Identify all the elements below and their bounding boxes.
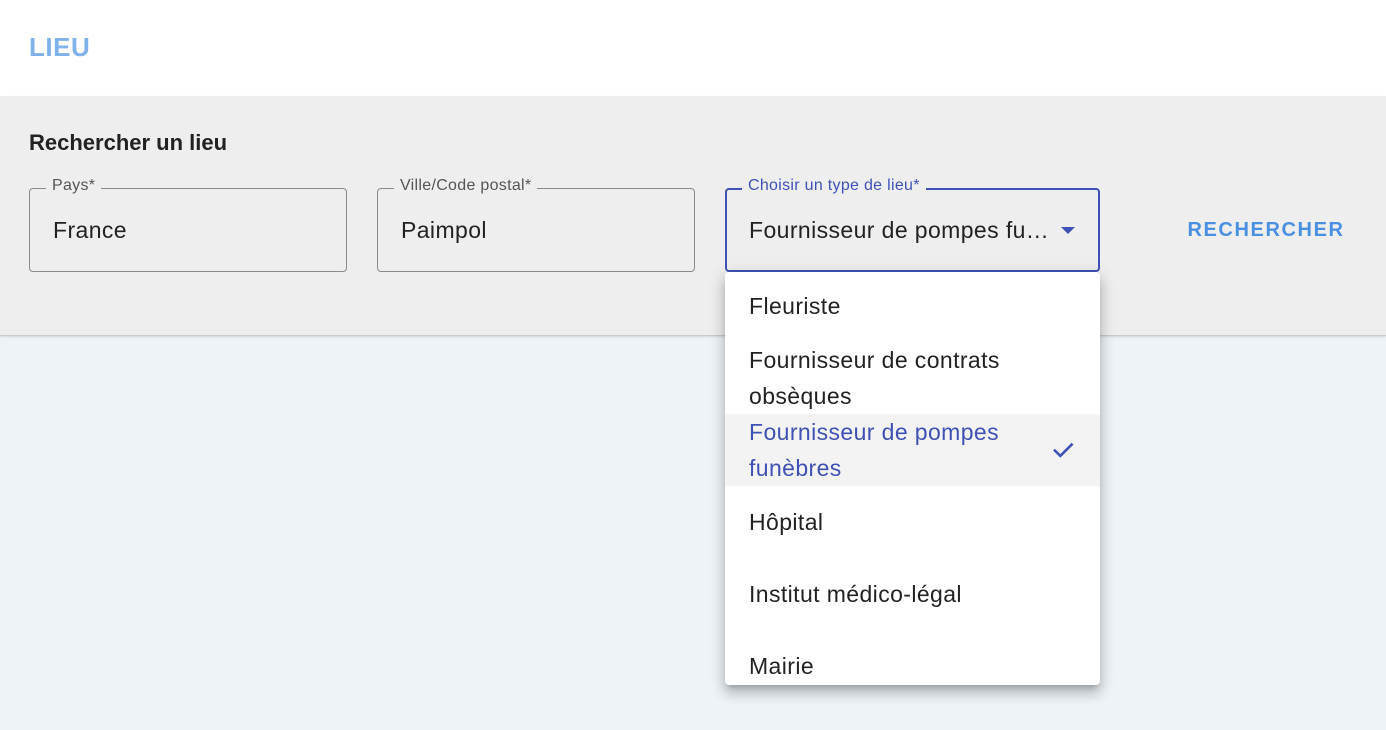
place-type-select[interactable]: Choisir un type de lieu* Fournisseur de … [725,177,1100,272]
check-icon [1053,442,1074,458]
top-bar: LIEU [0,0,1386,96]
country-field[interactable]: Pays* France [29,177,347,272]
city-field[interactable]: Ville/Code postal* Paimpol [377,177,695,272]
arrow-drop-down-icon[interactable] [1061,227,1075,234]
country-field-label: Pays* [46,177,102,195]
city-field-value[interactable]: Paimpol [401,217,487,244]
dropdown-option-fleuriste[interactable]: Fleuriste [725,288,1100,324]
dropdown-option-institut-medico-legal[interactable]: Institut médico-légal [725,576,1100,612]
dropdown-option-contrats-obseques[interactable]: Fournisseur de contrats obsèques [725,342,1100,414]
page-title: LIEU [29,32,91,62]
city-field-label: Ville/Code postal* [394,177,538,195]
search-panel-title: Rechercher un lieu [29,130,228,155]
dropdown-option-hopital[interactable]: Hôpital [725,504,1100,540]
dropdown-option-label: Institut médico-légal [749,581,962,607]
dropdown-option-label: Fournisseur de pompes funèbres [749,419,1000,481]
dropdown-option-label: Hôpital [749,509,824,535]
dropdown-option-label: Fleuriste [749,293,841,319]
search-panel: Rechercher un lieu Pays* France Ville/Co… [0,96,1386,336]
dropdown-option-mairie[interactable]: Mairie [725,648,1100,684]
place-type-select-label: Choisir un type de lieu* [742,177,926,195]
country-field-value[interactable]: France [53,217,127,244]
place-type-select-value[interactable]: Fournisseur de pompes funèbres [749,217,1049,244]
search-button[interactable]: RECHERCHER [1168,204,1364,256]
dropdown-option-label: Fournisseur de contrats obsèques [749,347,1000,409]
dropdown-option-pompes-funebres[interactable]: Fournisseur de pompes funèbres [725,414,1100,486]
place-type-dropdown: Fleuriste Fournisseur de contrats obsèqu… [725,272,1100,685]
dropdown-option-label: Mairie [749,653,815,679]
